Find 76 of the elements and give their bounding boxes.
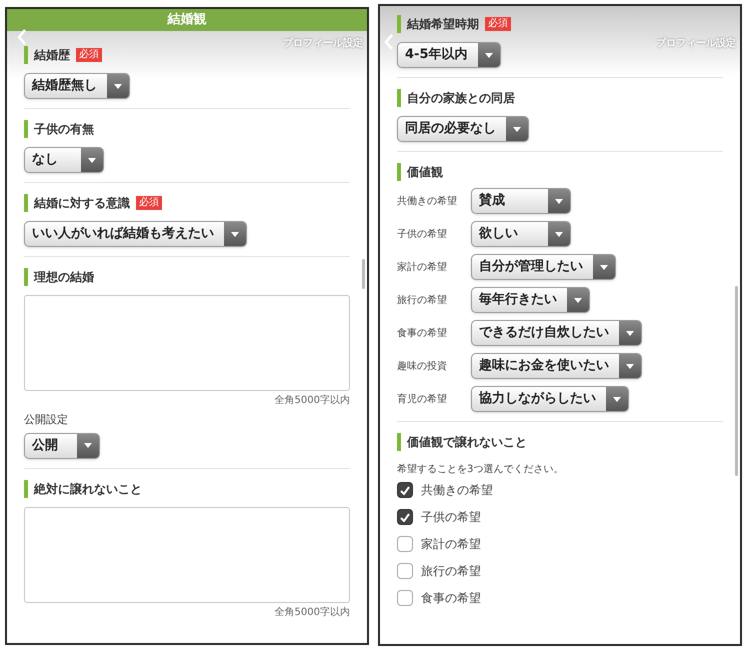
- label-marker: [24, 120, 28, 138]
- caret-icon: [626, 330, 634, 336]
- character-limit: 全角5000字以内: [274, 606, 350, 620]
- dropdown[interactable]: 欲しい: [471, 221, 571, 247]
- dropdown[interactable]: 協力しながらしたい: [471, 386, 629, 412]
- back-icon[interactable]: [17, 29, 27, 45]
- field-label: 食事の希望: [397, 326, 448, 340]
- back-icon[interactable]: [384, 34, 394, 50]
- caret-icon: [555, 198, 563, 204]
- header-bar: 結婚観: [7, 9, 367, 31]
- section-label: 絶対に譲れないこと: [34, 480, 142, 498]
- checkbox-option[interactable]: 子供の希望: [397, 508, 723, 526]
- dropdown[interactable]: 趣味にお金を使いたい: [471, 353, 642, 379]
- field-label: 子供の希望: [397, 228, 448, 242]
- field-label: 旅行の希望: [397, 294, 448, 308]
- dropdown[interactable]: 公開: [24, 432, 100, 458]
- caret-icon: [574, 298, 582, 302]
- instruction-text: 希望することを3つ選んでください。: [397, 462, 564, 477]
- scrollbar: [362, 259, 365, 289]
- required-badge: 必須: [485, 17, 511, 31]
- caret-icon: [613, 396, 621, 402]
- section-label: 結婚歴: [34, 47, 70, 64]
- caret-icon: [513, 126, 521, 132]
- caret-icon: [84, 443, 92, 448]
- caret-icon: [114, 84, 122, 88]
- label-marker: [24, 480, 28, 498]
- caret-icon: [555, 232, 563, 236]
- text-area[interactable]: [24, 295, 350, 391]
- field-label: 育児の希望: [397, 392, 448, 406]
- caret-icon: [600, 264, 608, 270]
- label-marker: [24, 46, 28, 64]
- dropdown[interactable]: 自分が管理したい: [471, 254, 616, 280]
- section-label: 自分の家族との同居: [407, 90, 515, 107]
- label-marker: [397, 163, 401, 181]
- dropdown[interactable]: 4-5年以内: [397, 42, 500, 68]
- field-label: 共働きの希望: [397, 194, 458, 208]
- caret-icon: [484, 52, 492, 58]
- section-label: 結婚希望時期: [407, 16, 479, 33]
- caret-icon: [626, 364, 634, 368]
- checkbox-option[interactable]: 家計の希望: [397, 535, 723, 553]
- checkbox[interactable]: [397, 590, 413, 606]
- dropdown[interactable]: なし: [24, 147, 104, 173]
- character-limit: 全角5000字以内: [274, 394, 350, 408]
- required-badge: 必須: [76, 48, 102, 62]
- checkbox-option[interactable]: 共働きの希望: [397, 481, 723, 499]
- label-marker: [397, 15, 401, 33]
- checkbox-option[interactable]: 食事の希望: [397, 589, 723, 607]
- checkbox[interactable]: [397, 482, 413, 498]
- dropdown[interactable]: 同居の必要なし: [397, 116, 529, 142]
- section-label: 価値観で譲れないこと: [407, 434, 527, 451]
- dropdown[interactable]: 毎年行きたい: [471, 287, 590, 313]
- required-badge: 必須: [136, 196, 162, 210]
- checkbox[interactable]: [397, 509, 413, 525]
- checkbox[interactable]: [397, 536, 413, 552]
- label-marker: [24, 268, 28, 286]
- check-icon: [400, 486, 410, 494]
- caret-icon: [88, 158, 96, 162]
- dropdown[interactable]: 結婚歴無し: [24, 73, 130, 99]
- field-label: 家計の希望: [397, 260, 448, 274]
- section-label: 結婚に対する意識: [34, 195, 130, 212]
- section-label: 価値観: [407, 164, 443, 181]
- check-icon: [400, 512, 410, 522]
- field-label: 公開設定: [24, 412, 69, 428]
- dropdown[interactable]: いい人がいれば結婚も考えたい: [24, 221, 247, 247]
- section-label: 子供の有無: [34, 121, 94, 138]
- checkbox-option[interactable]: 旅行の希望: [397, 562, 723, 580]
- field-label: 趣味の投資: [397, 360, 448, 374]
- section-label: 理想の結婚: [34, 269, 94, 286]
- dropdown[interactable]: できるだけ自炊したい: [471, 320, 642, 346]
- label-marker: [397, 433, 401, 451]
- dropdown[interactable]: 賛成: [471, 188, 571, 214]
- caret-icon: [231, 232, 239, 236]
- label-marker: [397, 89, 401, 107]
- checkbox[interactable]: [397, 563, 413, 579]
- label-marker: [24, 194, 28, 212]
- text-area[interactable]: [24, 506, 350, 602]
